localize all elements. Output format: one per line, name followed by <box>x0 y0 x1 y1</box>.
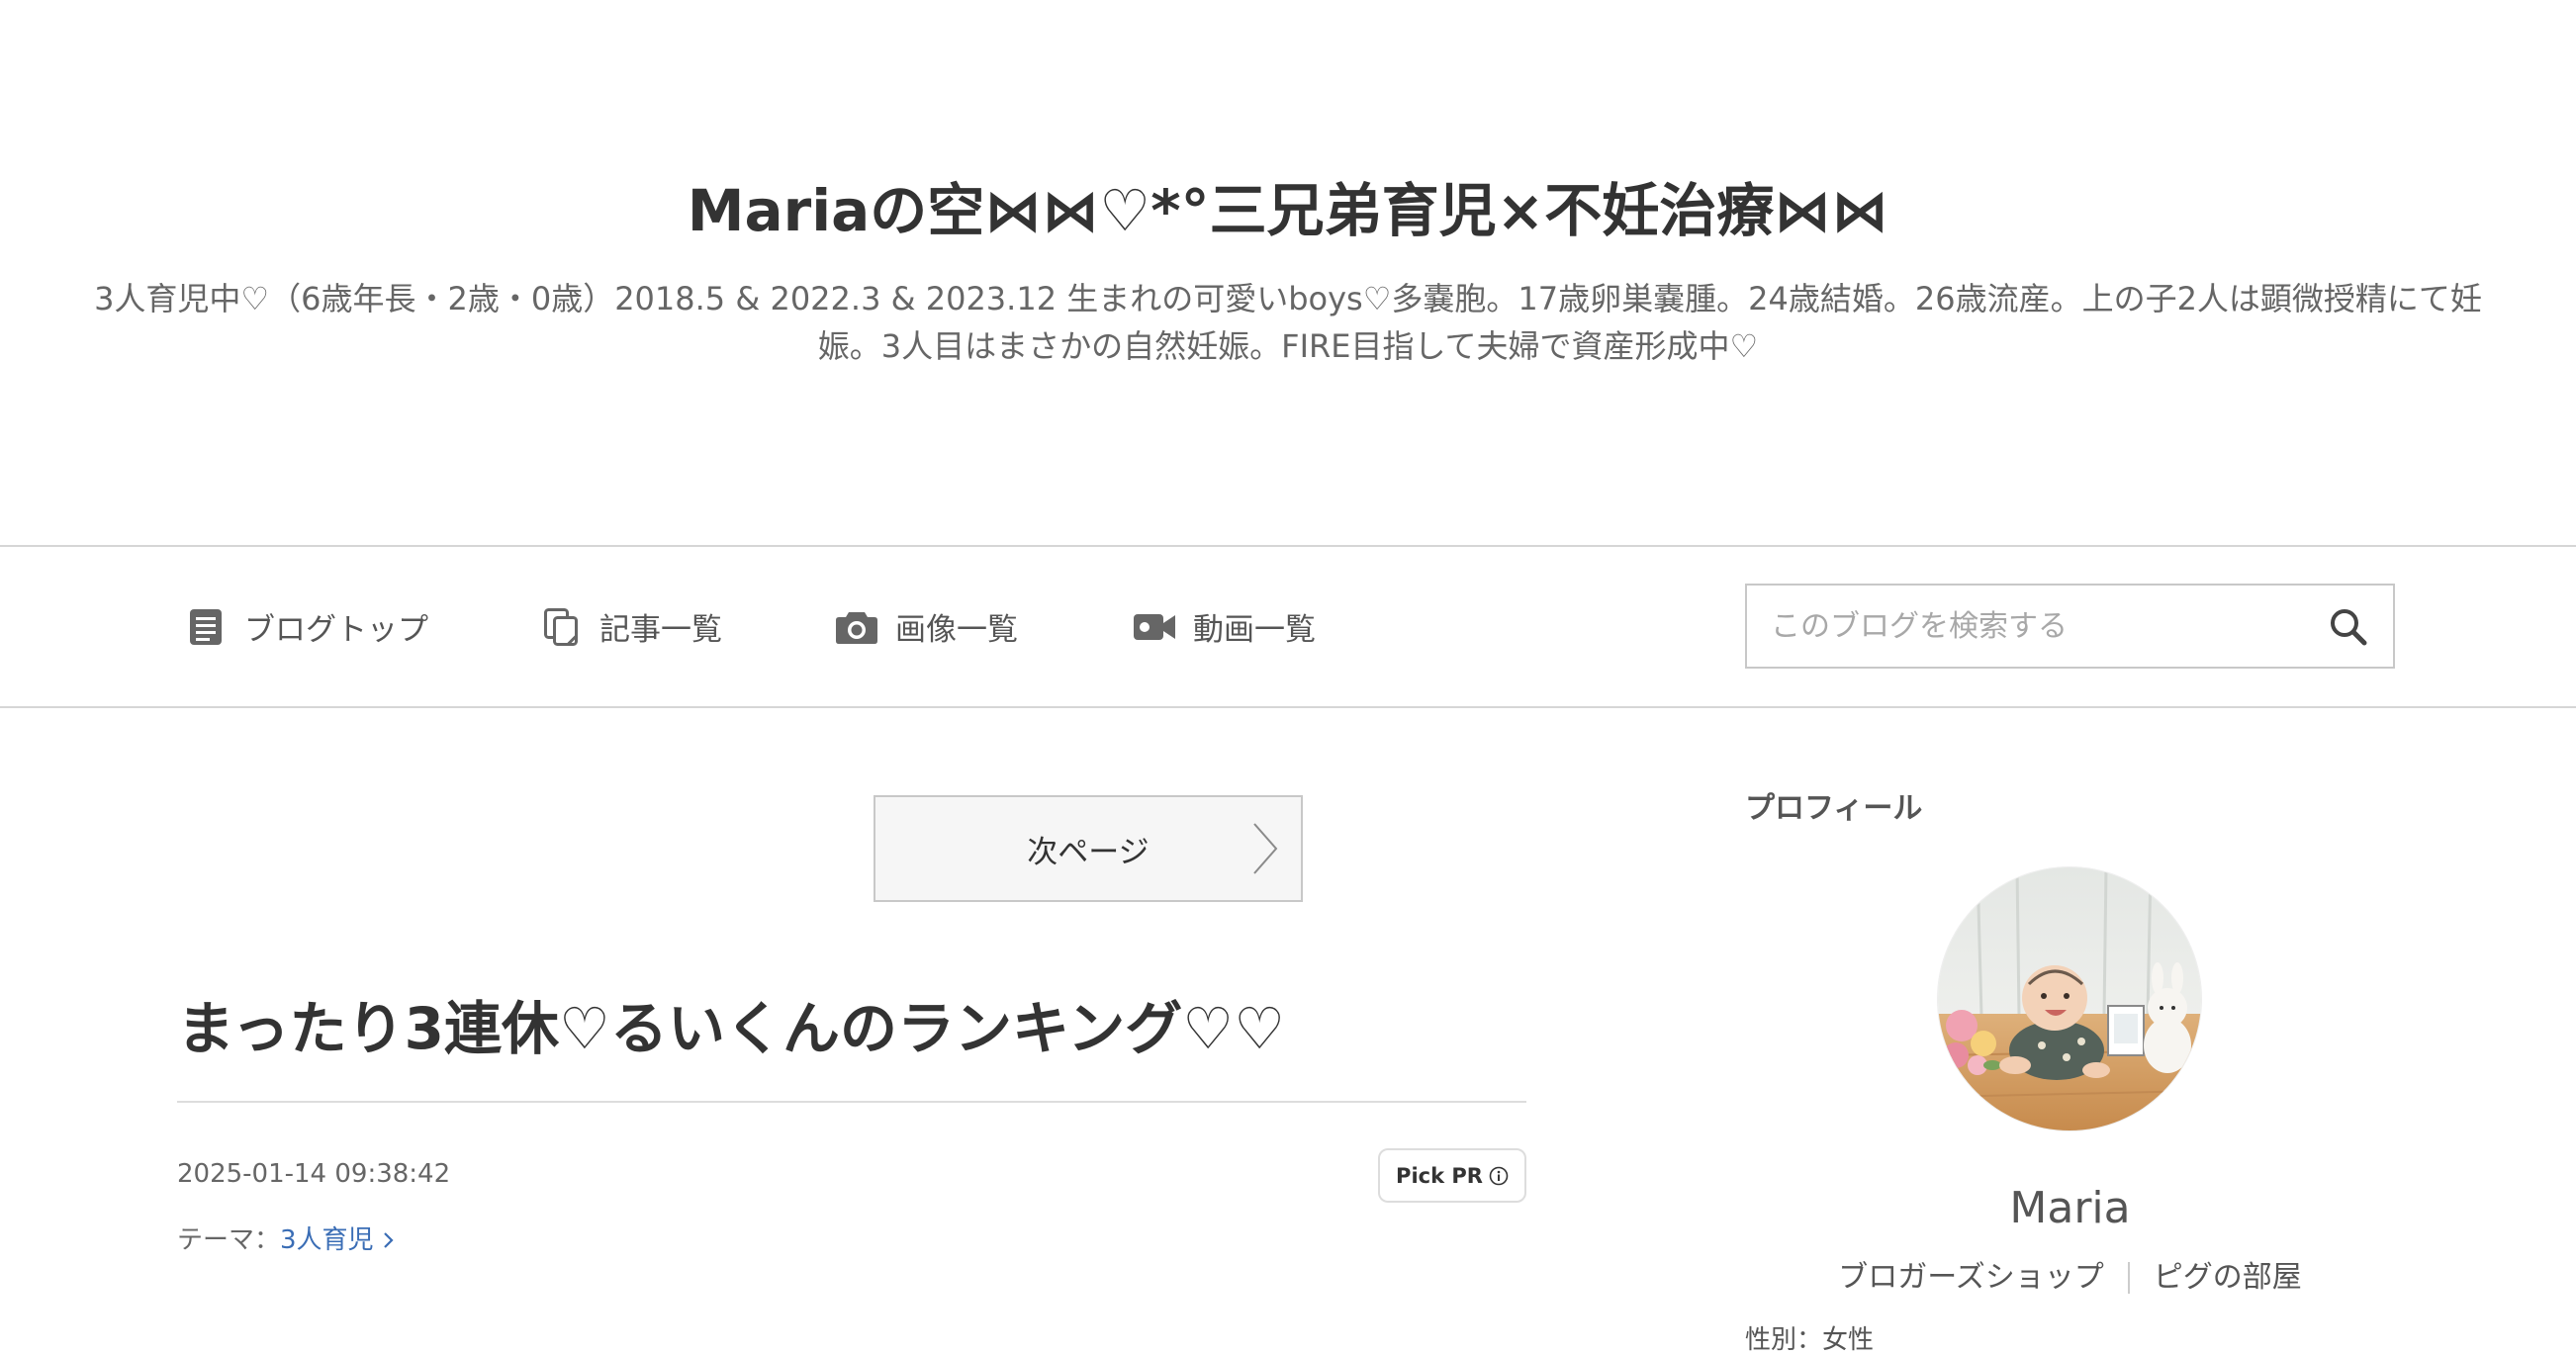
nav-item-image-list[interactable]: 画像一覧 <box>835 547 1018 706</box>
profile-heading: プロフィール <box>1745 791 1923 826</box>
document-icon <box>184 605 228 649</box>
search-button[interactable] <box>2318 596 2377 656</box>
pigg-room-link[interactable]: ピグの部屋 <box>2154 1260 2302 1296</box>
article-theme: テーマ： 3人育児 <box>177 1222 396 1258</box>
theme-label: 3人育児 <box>280 1225 374 1255</box>
profile-links: ブロガーズショップ ピグの部屋 <box>1745 1260 2395 1296</box>
nav-item-label: 画像一覧 <box>895 612 1018 648</box>
video-camera-icon <box>1133 605 1176 649</box>
global-nav: ブログトップ 記事一覧 画像一覧 動画一覧 このブログを検索する <box>0 545 2576 708</box>
next-page-label: 次ページ <box>1027 834 1150 870</box>
pick-pr-label: Pick PR <box>1396 1163 1483 1188</box>
nav-item-video-list[interactable]: 動画一覧 <box>1133 547 1316 706</box>
camera-icon <box>835 605 878 649</box>
blog-title[interactable]: Mariaの空⋈⋈♡*°三兄弟育児×不妊治療⋈⋈ <box>0 174 2576 247</box>
nav-item-blog-top[interactable]: ブログトップ <box>184 547 428 706</box>
avatar[interactable] <box>1938 867 2201 1130</box>
chevron-right-icon <box>382 1229 396 1251</box>
theme-link[interactable]: 3人育児 <box>280 1222 396 1258</box>
article-date: 2025-01-14 09:38:42 <box>177 1159 451 1189</box>
blog-search <box>1745 584 2395 669</box>
copy-documents-icon <box>539 605 583 649</box>
theme-prefix: テーマ： <box>177 1225 281 1255</box>
article-title[interactable]: まったり3連休♡るいくんのランキング♡♡ <box>177 992 1285 1065</box>
next-page-button[interactable]: 次ページ <box>874 795 1303 902</box>
profile-name[interactable]: Maria <box>1745 1183 2395 1234</box>
avatar-photo <box>1938 867 2201 1130</box>
title-divider <box>177 1101 1526 1103</box>
link-separator <box>2127 1262 2130 1294</box>
nav-item-label: 動画一覧 <box>1193 612 1316 648</box>
profile-gender: 性別：女性 <box>1745 1325 1875 1355</box>
info-icon <box>1489 1166 1509 1186</box>
search-input[interactable] <box>1747 586 2305 667</box>
blog-description: 3人育児中♡（6歳年長・2歳・0歳）2018.5 & 2022.3 & 2023… <box>94 280 2482 365</box>
nav-item-label: ブログトップ <box>244 612 428 648</box>
nav-item-article-list[interactable]: 記事一覧 <box>539 547 722 706</box>
search-icon <box>2331 609 2367 646</box>
bloggers-shop-link[interactable]: ブロガーズショップ <box>1838 1260 2104 1296</box>
chevron-right-icon <box>1251 821 1279 876</box>
nav-item-label: 記事一覧 <box>599 612 722 648</box>
photo-frame <box>2107 1005 2145 1056</box>
pick-pr-button[interactable]: Pick PR <box>1378 1148 1526 1203</box>
